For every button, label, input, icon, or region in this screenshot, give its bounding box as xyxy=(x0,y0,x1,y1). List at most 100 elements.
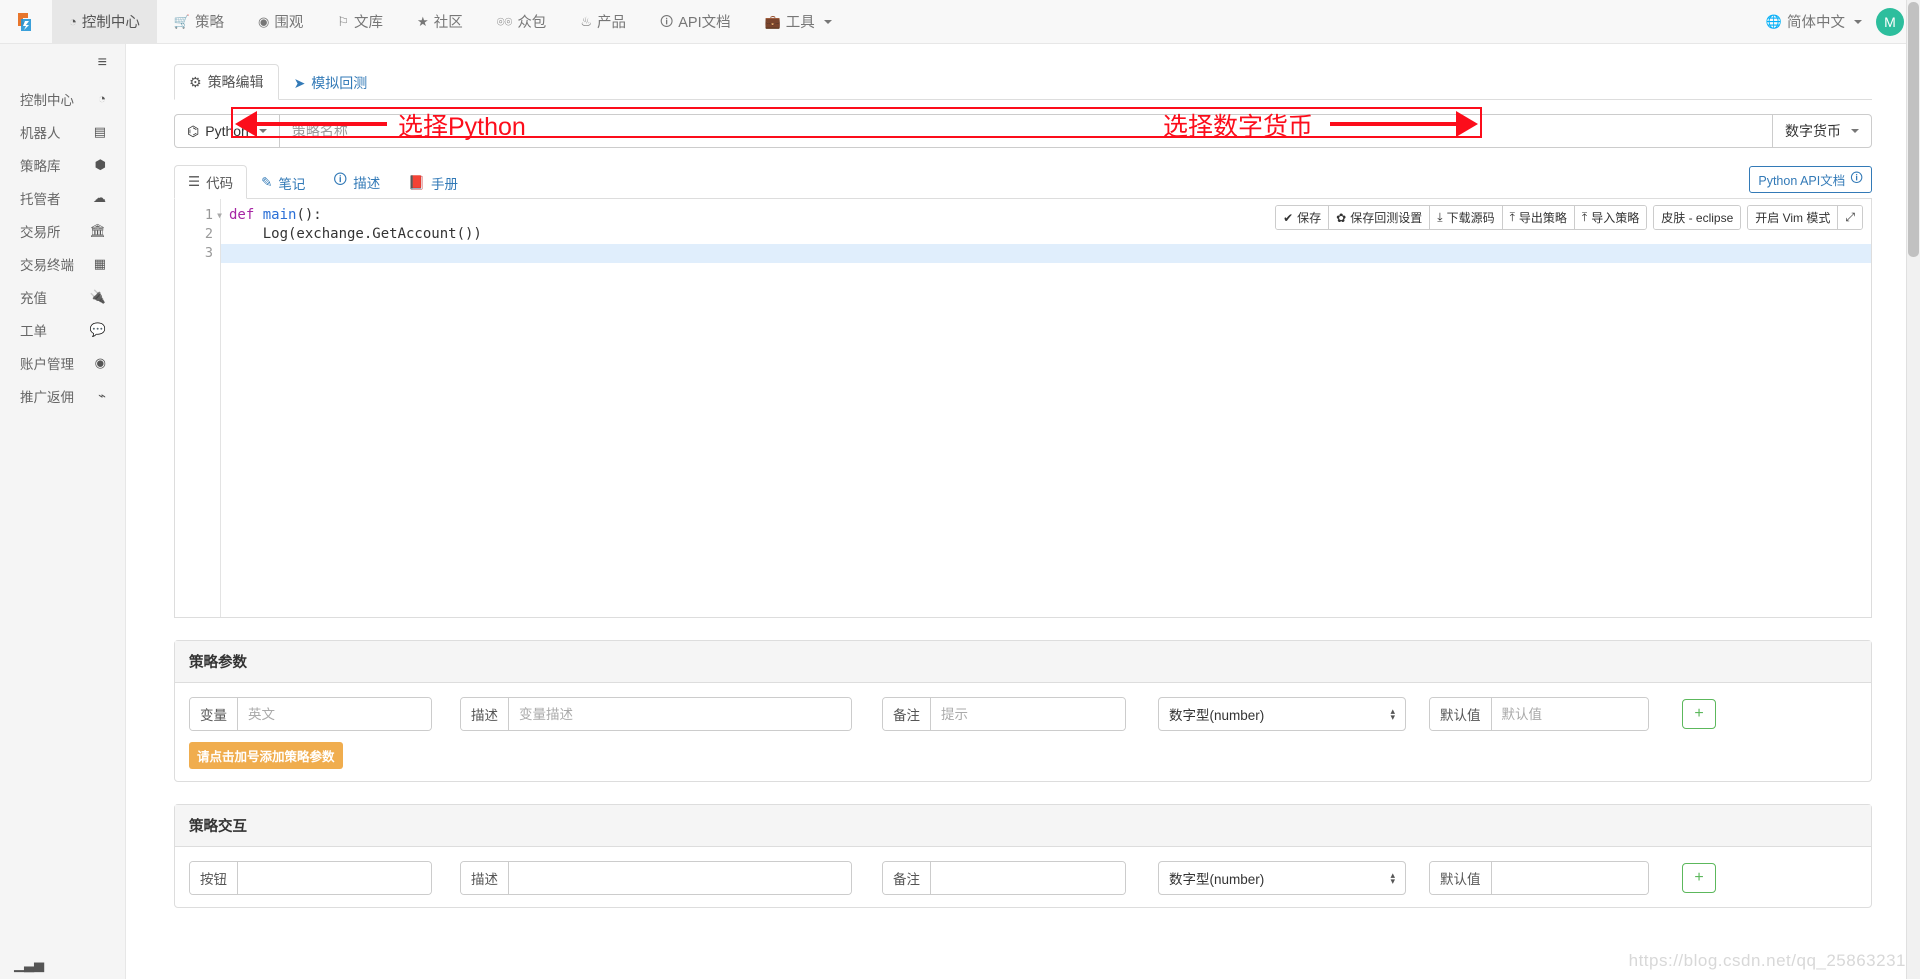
top-navbar: ◔ 控制中心 🛒 策略 ◉ 围观 ⚐ 文库 ★ 社区 ⌾⌾ 众包 ♨ 产品 🛈 xyxy=(0,0,1920,44)
type-select[interactable]: 数字型(number) ▴▾ xyxy=(1158,861,1406,895)
description-input[interactable] xyxy=(509,698,851,730)
sidebar-item-recharge[interactable]: 充值 🔌 xyxy=(0,280,125,313)
vim-mode-button[interactable]: 开启 Vim 模式 xyxy=(1748,206,1838,229)
save-backtest-settings-button[interactable]: ✿ 保存回测设置 xyxy=(1329,206,1430,229)
nav-label: 众包 xyxy=(517,11,546,32)
type-select-value: 数字型(number) xyxy=(1169,704,1264,724)
note-input[interactable] xyxy=(931,698,1125,730)
code-line-current xyxy=(221,244,1871,263)
default-label: 默认值 xyxy=(1430,862,1492,894)
nav-item-library[interactable]: ⚐ 文库 xyxy=(320,0,400,43)
sidebar-item-strategy-library[interactable]: 策略库 ⬢ xyxy=(0,148,125,181)
sidebar-item-exchange[interactable]: 交易所 🏛 xyxy=(0,214,125,247)
sidebar-item-hosting[interactable]: 托管者 ☁ xyxy=(0,181,125,214)
tab-label: 手册 xyxy=(431,173,458,193)
fullscreen-button[interactable]: ⤢ xyxy=(1838,206,1862,229)
save-button[interactable]: ✔ 保存 xyxy=(1276,206,1329,229)
sidebar-item-trading-terminal[interactable]: 交易终端 ▦ xyxy=(0,247,125,280)
card-title: 策略交互 xyxy=(175,805,1871,847)
nav-label: 围观 xyxy=(274,11,303,32)
note-input[interactable] xyxy=(931,862,1125,894)
import-strategy-button[interactable]: ⤒ 导入策略 xyxy=(1575,206,1646,229)
line-number: 2 xyxy=(175,225,220,244)
line-number: 3 xyxy=(175,244,220,263)
nav-item-api-doc[interactable]: 🛈 API文档 xyxy=(643,0,748,43)
avatar[interactable]: M xyxy=(1876,8,1904,36)
tab-notes[interactable]: ✎ 笔记 xyxy=(247,166,319,199)
editor-tabs: ⚙ 策略编辑 ➤ 模拟回测 xyxy=(174,66,1872,100)
strategy-name-input[interactable] xyxy=(280,114,1772,148)
tab-label: 代码 xyxy=(206,172,233,192)
chevron-down-icon xyxy=(1854,20,1862,24)
default-input[interactable] xyxy=(1492,862,1649,894)
sidebar-item-account[interactable]: 账户管理 ◉ xyxy=(0,346,125,379)
tab-strategy-edit[interactable]: ⚙ 策略编辑 xyxy=(174,64,279,100)
add-param-hint[interactable]: 请点击加号添加策略参数 xyxy=(189,742,343,769)
globe-icon: 🌐 xyxy=(1766,15,1782,28)
plug-icon: 🔌 xyxy=(90,289,106,305)
nav-item-tools[interactable]: 💼 工具 xyxy=(748,0,849,43)
nav-item-strategy[interactable]: 🛒 策略 xyxy=(157,0,241,43)
python-icon: ⌬ xyxy=(187,123,199,140)
sidebar-item-robot[interactable]: 机器人 ▤ xyxy=(0,115,125,148)
user-circle-icon: ◉ xyxy=(95,355,106,371)
add-interaction-button[interactable]: + xyxy=(1682,863,1716,893)
tab-backtest[interactable]: ➤ 模拟回测 xyxy=(279,65,383,100)
nav-item-control-center[interactable]: ◔ 控制中心 xyxy=(52,0,157,43)
category-select-label: 数字货币 xyxy=(1785,121,1841,141)
scrollbar-thumb[interactable] xyxy=(1908,2,1919,257)
nav-item-crowdsourcing[interactable]: ⌾⌾ 众包 xyxy=(480,0,564,43)
navbar-right: 🌐 简体中文 M xyxy=(1766,0,1920,43)
editor-code-area[interactable]: def main(): Log(exchange.GetAccount()) xyxy=(221,199,1871,617)
sidebar-item-label: 账户管理 xyxy=(20,353,74,373)
add-param-button[interactable]: + xyxy=(1682,699,1716,729)
default-input[interactable] xyxy=(1492,698,1649,730)
language-select[interactable]: ⌬ Python xyxy=(174,114,280,148)
description-input[interactable] xyxy=(509,862,851,894)
nav-item-community[interactable]: ★ 社区 xyxy=(400,0,480,43)
tab-description[interactable]: 🛈 描述 xyxy=(319,163,394,199)
editor-toolbar-group-file: ✔ 保存 ✿ 保存回测设置 ⤓ 下载源码 ⤒ 导出策略 xyxy=(1275,205,1647,230)
type-select[interactable]: 数字型(number) ▴▾ xyxy=(1158,697,1406,731)
sidebar-toggle[interactable]: ≡ xyxy=(0,44,125,82)
tab-label: 描述 xyxy=(353,172,380,192)
nav-label: 策略 xyxy=(195,11,224,32)
bank-icon: 🏛 xyxy=(89,223,106,239)
nav-label: 工具 xyxy=(786,11,815,32)
list-icon: ☰ xyxy=(188,174,200,190)
briefcase-icon: 💼 xyxy=(765,15,781,28)
variable-field-group: 变量 xyxy=(189,697,432,731)
sidebar-item-ticket[interactable]: 工单 💬 xyxy=(0,313,125,346)
python-api-doc-button[interactable]: Python API文档 🛈 xyxy=(1749,166,1872,193)
variable-input[interactable] xyxy=(238,698,431,730)
sidebar-item-label: 控制中心 xyxy=(20,89,74,109)
description-field-group: 描述 xyxy=(460,861,852,895)
brand-logo[interactable] xyxy=(0,0,52,43)
button-label: 导入策略 xyxy=(1591,209,1639,226)
tab-manual[interactable]: 📕 手册 xyxy=(394,166,472,199)
sidebar-item-label: 推广返佣 xyxy=(20,386,74,406)
spinner-icon: ▴▾ xyxy=(1390,708,1395,720)
sidebar-item-control-center[interactable]: 控制中心 ◔ xyxy=(0,82,125,115)
note-field-group: 备注 xyxy=(882,861,1126,895)
avatar-letter: M xyxy=(1884,14,1896,30)
language-switcher[interactable]: 🌐 简体中文 xyxy=(1766,11,1862,32)
tab-code[interactable]: ☰ 代码 xyxy=(174,165,247,199)
category-select[interactable]: 数字货币 xyxy=(1772,114,1872,148)
sidebar-item-referral[interactable]: 推广返佣 ⌁ xyxy=(0,379,125,412)
dashboard-icon: ◔ xyxy=(69,15,77,28)
export-strategy-button[interactable]: ⤒ 导出策略 xyxy=(1503,206,1575,229)
download-source-button[interactable]: ⤓ 下载源码 xyxy=(1430,206,1502,229)
flag-icon: ⚐ xyxy=(337,15,349,28)
chevron-down-icon xyxy=(259,129,267,133)
edit-icon: ✎ xyxy=(261,175,272,191)
nav-item-watch[interactable]: ◉ 围观 xyxy=(241,0,320,43)
nav-item-product[interactable]: ♨ 产品 xyxy=(563,0,643,43)
code-editor[interactable]: ✔ 保存 ✿ 保存回测设置 ⤓ 下载源码 ⤒ 导出策略 xyxy=(174,199,1872,618)
note-label: 备注 xyxy=(883,862,931,894)
button-name-input[interactable] xyxy=(238,862,431,894)
page-scrollbar[interactable] xyxy=(1906,0,1920,979)
variable-label: 变量 xyxy=(190,698,238,730)
terminal-icon: ▦ xyxy=(94,256,106,272)
skin-select[interactable]: 皮肤 - eclipse xyxy=(1654,206,1740,229)
